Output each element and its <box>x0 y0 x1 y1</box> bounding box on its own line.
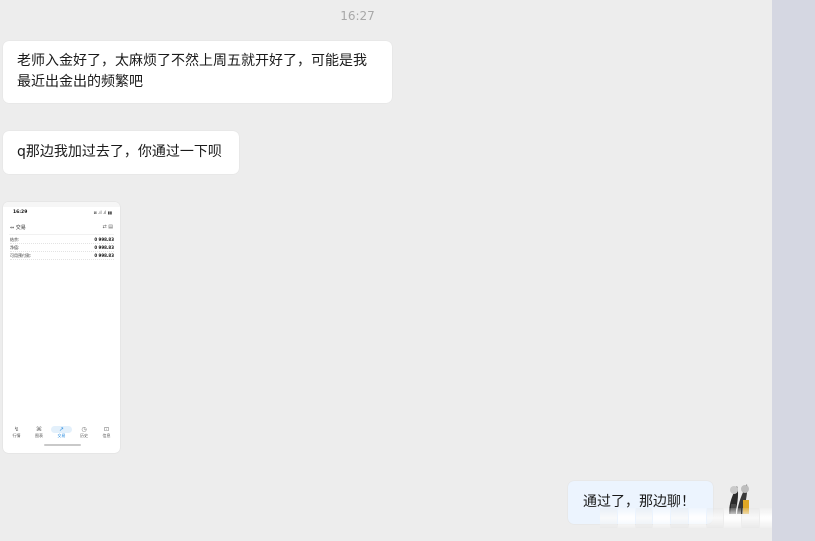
row-label: 净值: <box>10 245 20 250</box>
history-icon: ◷ <box>81 426 87 433</box>
nav-trade: ↗ 交易 <box>51 426 72 439</box>
side-panel <box>772 0 815 541</box>
row-label: 结余: <box>10 237 20 242</box>
image-bottom-nav: ↯ 行情 ⌘ 图表 ↗ 交易 ◷ 历史 ⊡ 信息 <box>6 426 117 439</box>
message-timestamp: 16:27 <box>340 9 375 23</box>
row-value: 0 998.83 <box>94 253 114 258</box>
home-indicator <box>44 444 81 446</box>
nav-label: 图表 <box>35 433 43 438</box>
nav-chart: ⌘ 图表 <box>29 426 50 439</box>
nav-messages: ⊡ 信息 <box>96 426 117 439</box>
nav-label: 信息 <box>102 433 111 438</box>
messages-icon: ⊡ <box>103 426 110 433</box>
nav-label: 历史 <box>80 433 88 438</box>
free-margin-row: 可用预付款: 0 998.83 <box>10 252 114 260</box>
nav-label: 交易 <box>57 433 66 438</box>
chat-area: 16:27 老师入金好了，太麻烦了不然上周五就开好了，可能是我最近出金出的频繁吧… <box>0 0 812 541</box>
row-value: 0 998.83 <box>94 237 114 242</box>
signal-icon: ⊠ .ıl .ıl ▮▮ <box>93 210 112 215</box>
image-header-title: ⇔ 交易 <box>10 225 26 231</box>
trade-icon: ↗ <box>51 426 72 433</box>
nav-label: 行情 <box>12 433 21 438</box>
divider <box>9 234 114 235</box>
image-header-icons: ⇄ ▤ <box>102 224 113 230</box>
quotes-icon: ↯ <box>13 426 20 433</box>
incoming-image-message[interactable]: 16:29 ⊠ .ıl .ıl ▮▮ ⇔ 交易 ⇄ ▤ 结余: 0 998.83… <box>3 202 120 453</box>
equity-row: 净值: 0 998.83 <box>10 244 114 252</box>
image-status-bar <box>3 202 120 207</box>
nav-history: ◷ 历史 <box>74 426 95 439</box>
balance-row: 结余: 0 998.83 <box>10 236 114 244</box>
nav-quotes: ↯ 行情 <box>6 426 27 439</box>
incoming-message-bubble[interactable]: 老师入金好了，太麻烦了不然上周五就开好了，可能是我最近出金出的频繁吧 <box>3 41 392 103</box>
row-value: 0 998.83 <box>94 245 114 250</box>
chart-icon: ⌘ <box>36 426 42 433</box>
incoming-message-bubble[interactable]: q那边我加过去了，你通过一下呗 <box>3 131 239 174</box>
image-status-time: 16:29 <box>13 210 28 215</box>
row-label: 可用预付款: <box>10 253 32 258</box>
account-summary: 结余: 0 998.83 净值: 0 998.83 可用预付款: 0 998.8… <box>10 236 114 260</box>
